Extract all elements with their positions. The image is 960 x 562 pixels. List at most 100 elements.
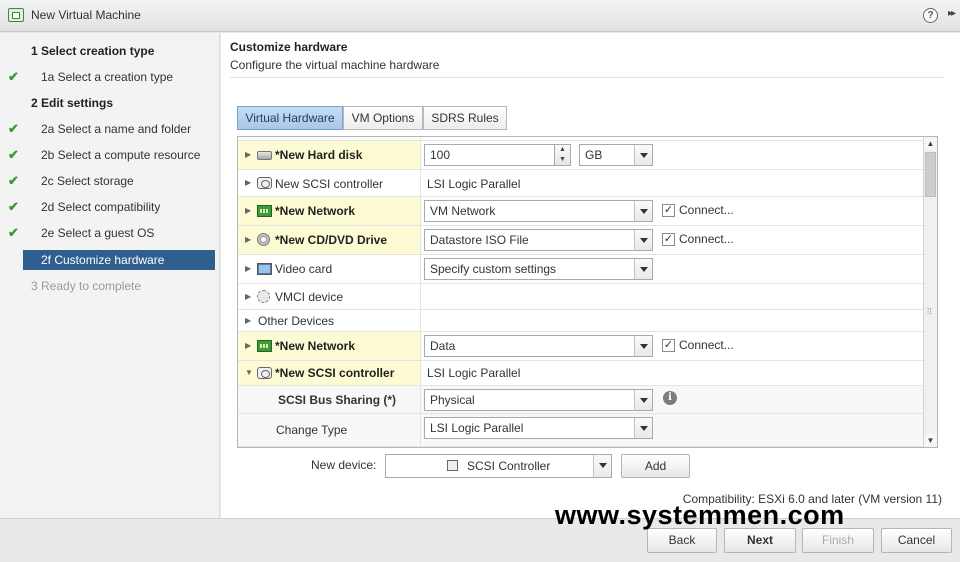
divider bbox=[230, 77, 945, 78]
add-button[interactable]: Add bbox=[621, 454, 690, 478]
chevron-down-icon bbox=[634, 418, 652, 438]
bus-sharing-value: Physical bbox=[430, 393, 475, 407]
chevron-down-icon bbox=[634, 145, 652, 165]
connect-checkbox[interactable]: ✓ bbox=[662, 233, 675, 246]
row-change-type: Change Type LSI Logic Parallel bbox=[238, 414, 924, 447]
network-adapter-icon bbox=[257, 205, 272, 217]
row-new-hard-disk[interactable]: ▶ *New Hard disk 100 ▲ ▼ GB bbox=[238, 141, 924, 170]
scroll-down-icon[interactable]: ▼ bbox=[924, 434, 937, 447]
wizard-steps-sidebar: 1 Select creation type ✔ 1a Select a cre… bbox=[0, 33, 220, 518]
row-other-devices[interactable]: ▶ Other Devices bbox=[238, 310, 924, 332]
step-label: 1a Select a creation type bbox=[41, 70, 174, 84]
network-data-select[interactable]: Data bbox=[424, 335, 653, 357]
collapse-arrow-icon[interactable]: ▼ bbox=[245, 368, 253, 377]
main-panel: Customize hardware Configure the virtual… bbox=[221, 33, 960, 518]
expand-arrow-icon[interactable]: ▶ bbox=[245, 292, 251, 301]
step-1a[interactable]: ✔ 1a Select a creation type bbox=[0, 67, 220, 87]
scsi-controller-icon bbox=[446, 460, 458, 471]
vertical-scrollbar[interactable]: ▲ ⁞⁞ ▼ bbox=[923, 137, 937, 447]
stepper-up-icon[interactable]: ▲ bbox=[559, 146, 566, 153]
step-label: 2a Select a name and folder bbox=[41, 122, 192, 136]
hard-disk-icon bbox=[257, 151, 272, 160]
chevron-down-icon bbox=[634, 201, 652, 221]
expand-icon[interactable]: ▸▸ bbox=[948, 8, 956, 19]
tab-vm-options[interactable]: VM Options bbox=[343, 106, 423, 130]
network-select[interactable]: VM Network bbox=[424, 200, 653, 222]
connect-checkbox[interactable]: ✓ bbox=[662, 339, 675, 352]
bus-sharing-label: SCSI Bus Sharing (*) bbox=[278, 393, 397, 407]
step-label: 2 Edit settings bbox=[31, 96, 114, 110]
connect-label: Connect... bbox=[679, 232, 734, 246]
step-label: 2d Select compatibility bbox=[41, 200, 161, 214]
disk-unit-value: GB bbox=[585, 148, 603, 162]
next-button[interactable]: Next bbox=[724, 528, 796, 553]
row-new-cd-dvd-drive[interactable]: ▶ *New CD/DVD Drive Datastore ISO File ✓… bbox=[238, 226, 924, 255]
bus-sharing-select[interactable]: Physical bbox=[424, 389, 653, 411]
expand-arrow-icon[interactable]: ▶ bbox=[245, 150, 251, 159]
chevron-down-icon bbox=[634, 259, 652, 279]
connect-label: Connect... bbox=[679, 203, 734, 217]
video-card-value: Specify custom settings bbox=[430, 262, 557, 276]
step-2f-active[interactable]: 2f Customize hardware bbox=[0, 250, 220, 270]
network-data-value: Data bbox=[430, 339, 456, 353]
row-new-scsi-controller-expanded[interactable]: ▼ *New SCSI controller LSI Logic Paralle… bbox=[238, 361, 924, 386]
row-scsi-bus-sharing: SCSI Bus Sharing (*) Physical i bbox=[238, 386, 924, 414]
network-value: VM Network bbox=[430, 204, 496, 218]
help-icon[interactable]: ? bbox=[923, 8, 938, 23]
new-device-select[interactable]: SCSI Controller bbox=[385, 454, 612, 478]
expand-arrow-icon[interactable]: ▶ bbox=[245, 178, 251, 187]
expand-arrow-icon[interactable]: ▶ bbox=[245, 264, 251, 273]
step-2d[interactable]: ✔ 2d Select compatibility bbox=[0, 197, 220, 217]
step-label: 2e Select a guest OS bbox=[41, 226, 155, 240]
page-title: Customize hardware bbox=[230, 40, 348, 54]
chevron-down-icon bbox=[593, 455, 611, 477]
new-device-label: New device: bbox=[311, 458, 377, 472]
new-vm-icon bbox=[8, 8, 24, 22]
watermark: www.systemmen.com bbox=[555, 500, 845, 530]
scroll-up-icon[interactable]: ▲ bbox=[924, 137, 937, 150]
tab-sdrs-rules[interactable]: SDRS Rules bbox=[423, 106, 507, 130]
step-label: 2f Customize hardware bbox=[41, 253, 165, 267]
change-type-select[interactable]: LSI Logic Parallel bbox=[424, 417, 653, 439]
change-type-label: Change Type bbox=[276, 423, 348, 437]
step-2: 2 Edit settings bbox=[0, 93, 220, 113]
disk-size-stepper[interactable]: ▲ ▼ bbox=[555, 144, 571, 166]
step-2b[interactable]: ✔ 2b Select a compute resource bbox=[0, 145, 220, 165]
connect-checkbox[interactable]: ✓ bbox=[662, 204, 675, 217]
cd-dvd-select[interactable]: Datastore ISO File bbox=[424, 229, 653, 251]
tab-virtual-hardware[interactable]: Virtual Hardware bbox=[237, 106, 343, 130]
row-vmci-device[interactable]: ▶ VMCI device bbox=[238, 284, 924, 310]
expand-arrow-icon[interactable]: ▶ bbox=[245, 341, 251, 350]
video-card-icon bbox=[257, 263, 272, 275]
disk-unit-select[interactable]: GB bbox=[579, 144, 653, 166]
row-new-network-data[interactable]: ▶ *New Network Data ✓ Connect... bbox=[238, 332, 924, 361]
row-new-scsi-controller[interactable]: ▶ New SCSI controller LSI Logic Parallel bbox=[238, 170, 924, 197]
row-new-network[interactable]: ▶ *New Network VM Network ✓ Connect... bbox=[238, 197, 924, 226]
expand-arrow-icon[interactable]: ▶ bbox=[245, 206, 251, 215]
title-bar: New Virtual Machine ? ▸▸ bbox=[0, 0, 960, 32]
grip-icon: ⁞⁞ bbox=[927, 307, 932, 316]
expand-arrow-icon[interactable]: ▶ bbox=[245, 235, 251, 244]
step-2e[interactable]: ✔ 2e Select a guest OS bbox=[0, 223, 220, 243]
scroll-thumb[interactable] bbox=[925, 152, 936, 197]
step-2a[interactable]: ✔ 2a Select a name and folder bbox=[0, 119, 220, 139]
stepper-down-icon[interactable]: ▼ bbox=[559, 156, 566, 163]
cancel-button[interactable]: Cancel bbox=[881, 528, 952, 553]
expand-arrow-icon[interactable]: ▶ bbox=[245, 316, 251, 325]
video-card-select[interactable]: Specify custom settings bbox=[424, 258, 653, 280]
video-card-label: Video card bbox=[275, 262, 333, 276]
step-1: 1 Select creation type bbox=[0, 41, 220, 61]
info-icon[interactable]: i bbox=[663, 391, 677, 405]
step-2c[interactable]: ✔ 2c Select storage bbox=[0, 171, 220, 191]
row-video-card[interactable]: ▶ Video card Specify custom settings bbox=[238, 255, 924, 284]
check-icon: ✔ bbox=[8, 225, 19, 240]
back-button[interactable]: Back bbox=[647, 528, 717, 553]
step-label: 3 Ready to complete bbox=[31, 279, 142, 293]
other-devices-label: Other Devices bbox=[258, 314, 335, 328]
scsi-controller-label: New SCSI controller bbox=[275, 177, 384, 191]
check-icon: ✔ bbox=[8, 147, 19, 162]
check-icon: ✔ bbox=[8, 121, 19, 136]
disk-size-input[interactable]: 100 bbox=[424, 144, 555, 166]
chevron-down-icon bbox=[634, 336, 652, 356]
chevron-down-icon bbox=[634, 390, 652, 410]
